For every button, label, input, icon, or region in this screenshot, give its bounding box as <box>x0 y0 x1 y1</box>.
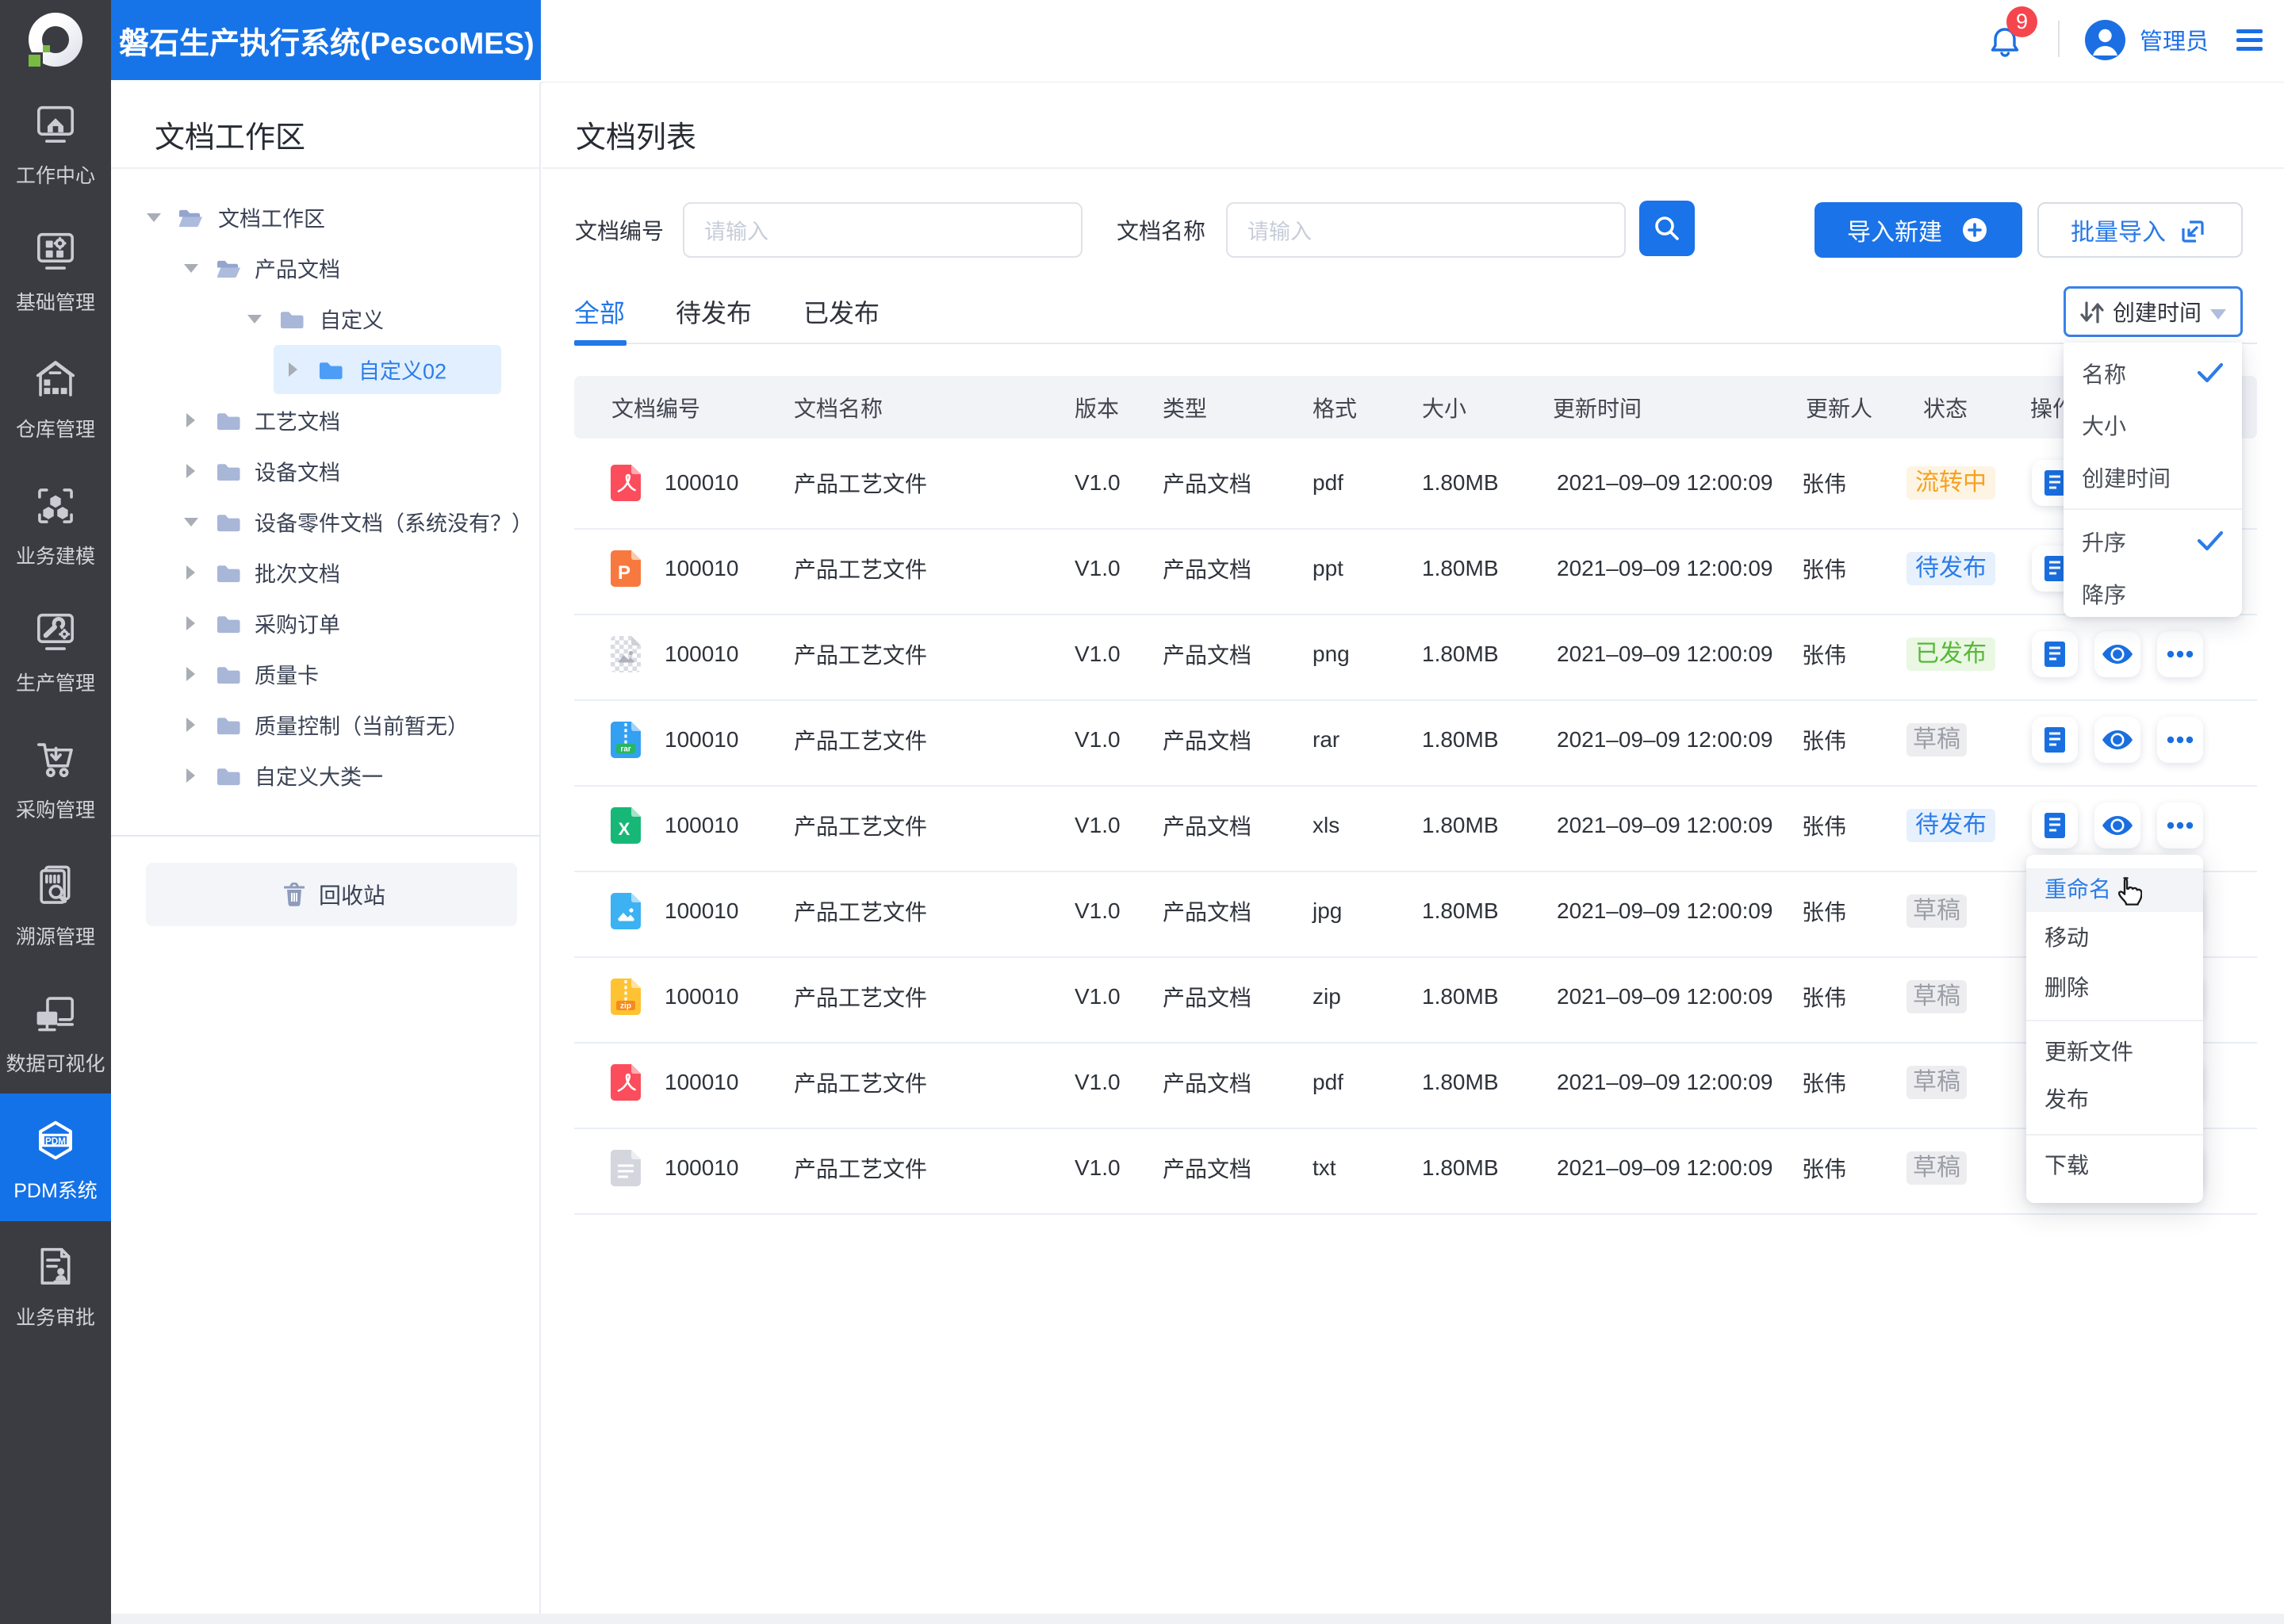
svg-text:zip: zip <box>620 1002 631 1011</box>
svg-text:X: X <box>619 819 630 839</box>
svg-text:PDM: PDM <box>45 1136 66 1147</box>
svg-text:rar: rar <box>620 745 630 754</box>
svg-text:P: P <box>618 562 630 584</box>
